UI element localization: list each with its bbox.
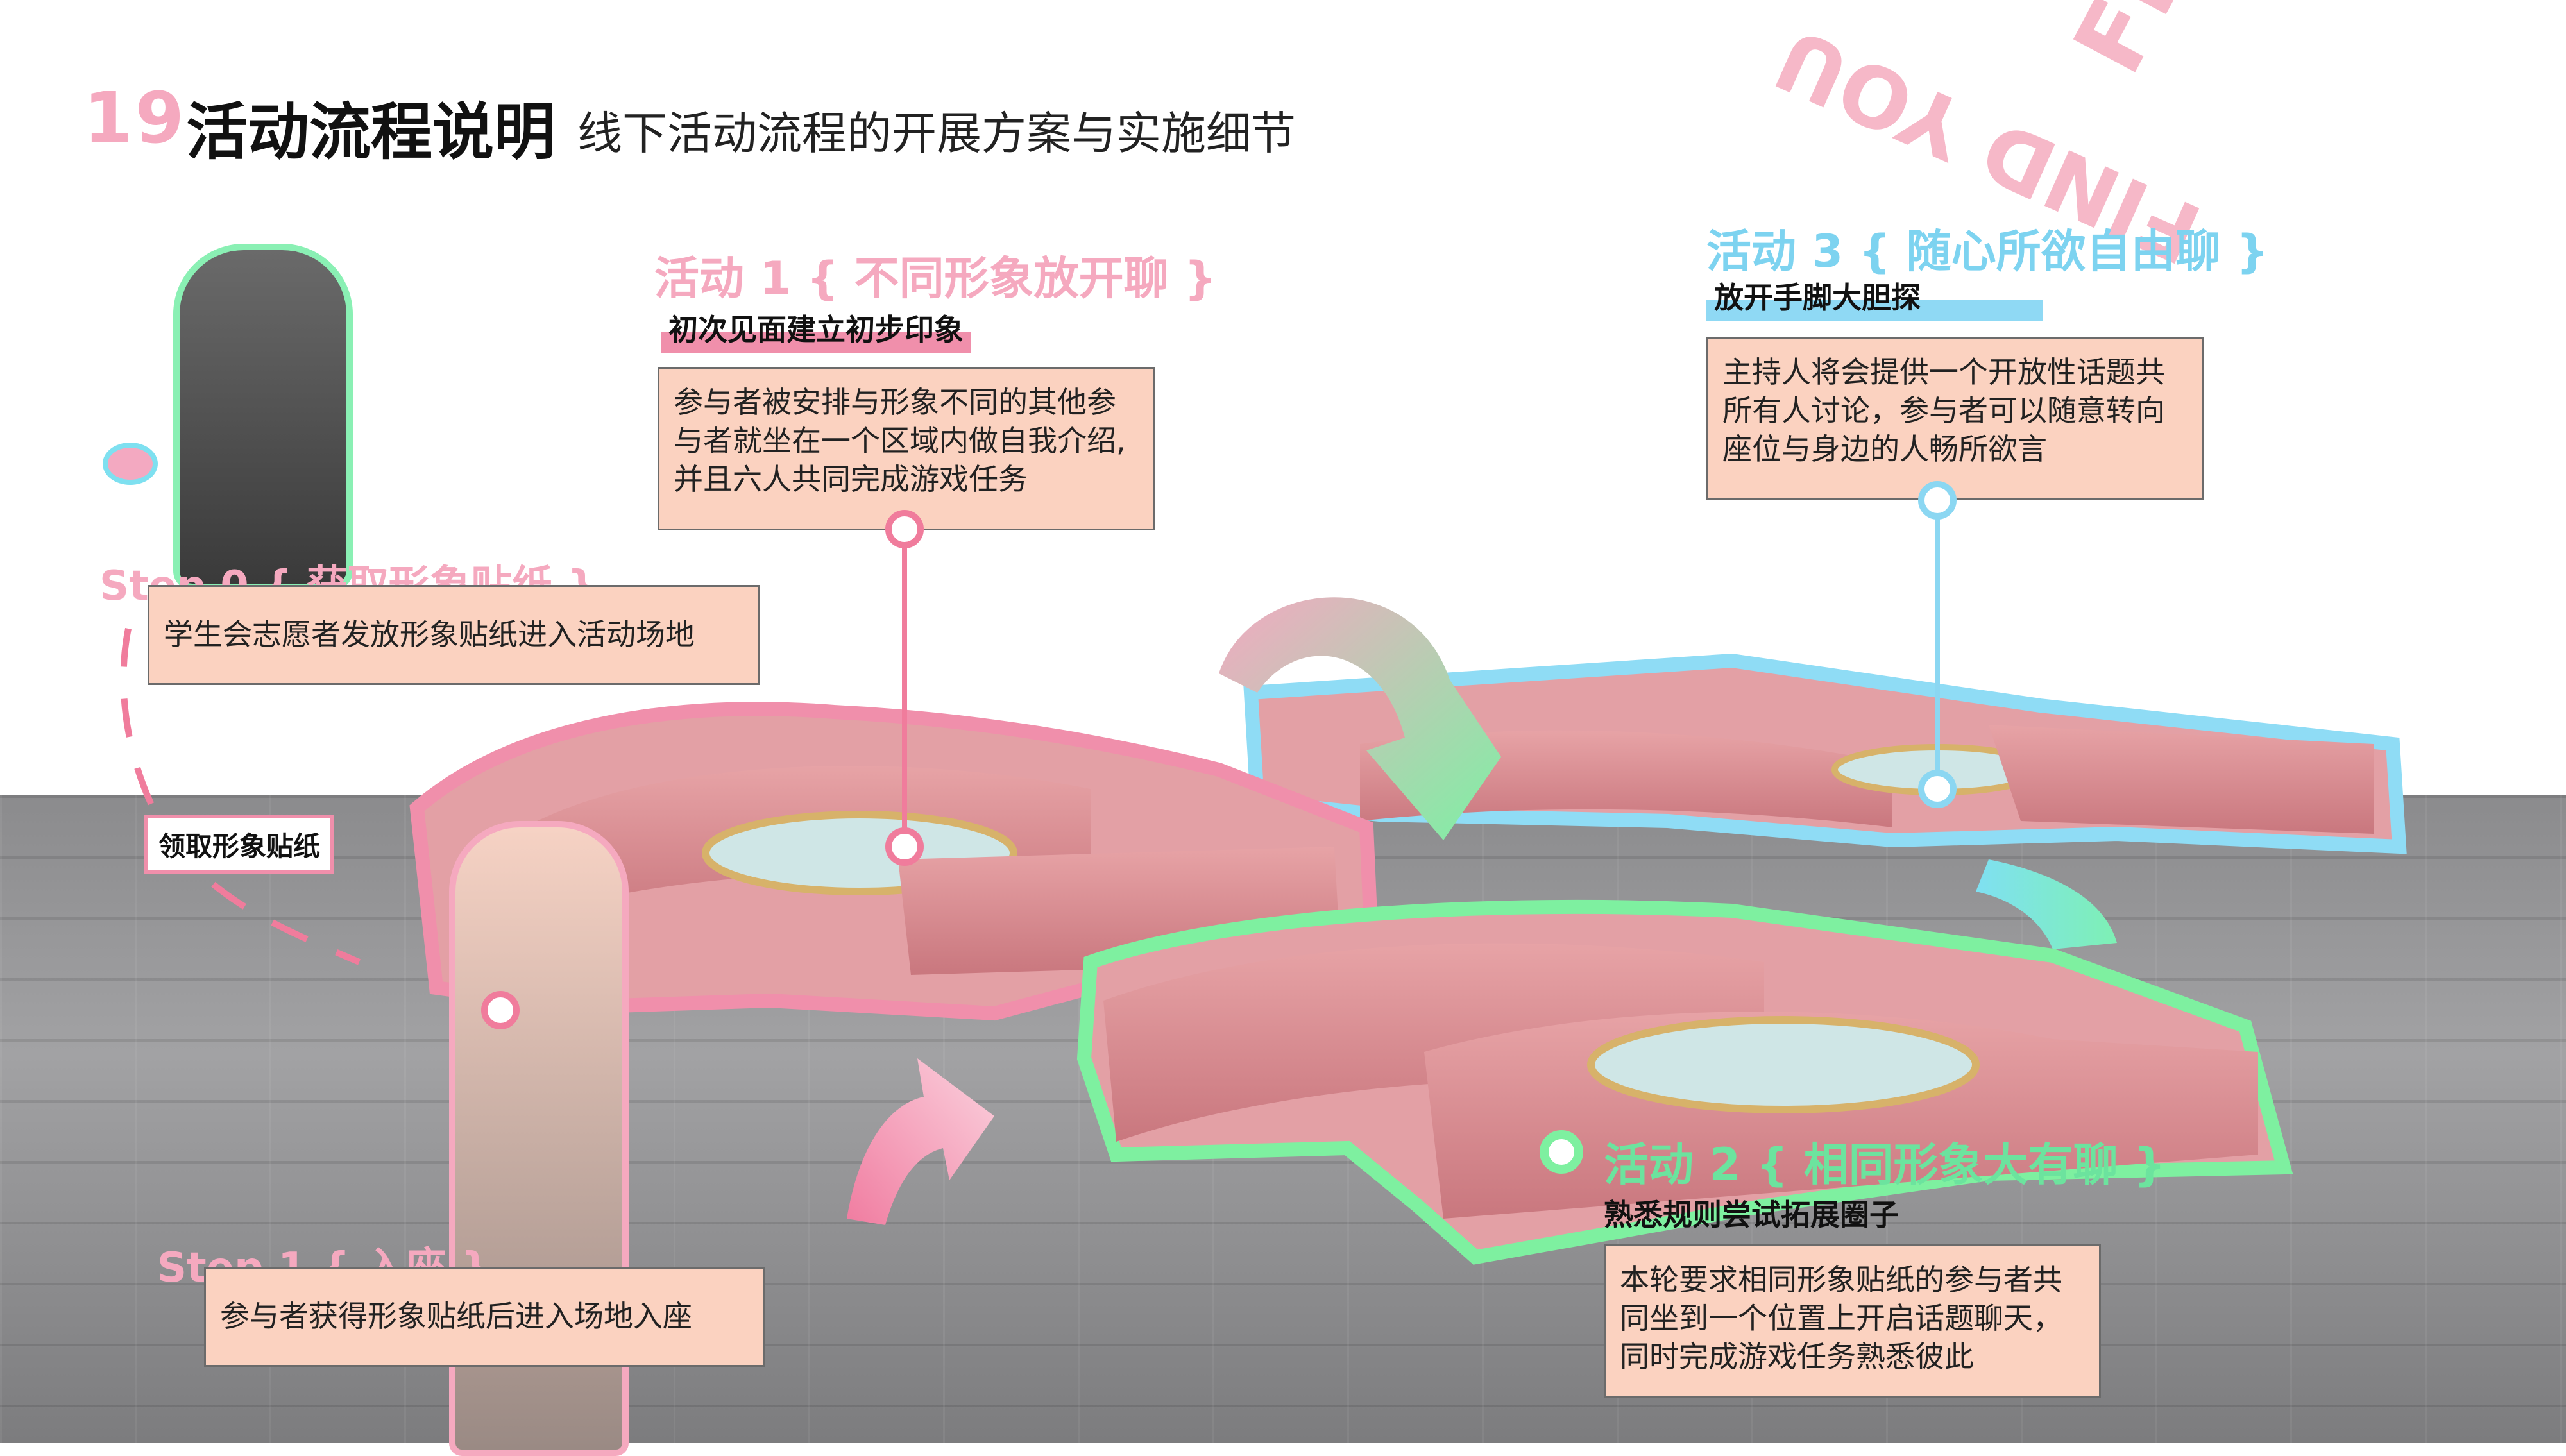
activity1-pin-top bbox=[885, 510, 924, 548]
activity2-title: 活动 2 { 相同形象大有聊 } bbox=[1604, 1139, 2166, 1191]
activity1-subtitle: 初次见面建立初步印象 bbox=[661, 307, 971, 353]
step0-description: 学生会志愿者发放形象贴纸进入活动场地 bbox=[148, 585, 760, 685]
activity3-pin-bottom bbox=[1918, 770, 1957, 808]
activity2-pin bbox=[1540, 1130, 1583, 1174]
arrow-2-to-3 bbox=[1976, 859, 2117, 949]
page-title: 活动流程说明 bbox=[186, 96, 556, 168]
page-number: 19 bbox=[83, 77, 187, 159]
activity2-description: 本轮要求相同形象贴纸的参与者共同坐到一个位置上开启话题聊天，同时完成游戏任务熟悉… bbox=[1604, 1244, 2101, 1398]
activity3-pin-line bbox=[1935, 500, 1940, 783]
page-subtitle: 线下活动流程的开展方案与实施细节 bbox=[577, 107, 1296, 160]
arrow-step1-to-1 bbox=[847, 1058, 994, 1225]
activity1-pin-line bbox=[902, 532, 907, 834]
activity1-description: 参与者被安排与形象不同的其他参与者就坐在一个区域内做自我介绍,并且六人共同完成游… bbox=[658, 367, 1155, 530]
activity1-title: 活动 1 { 不同形象放开聊 } bbox=[654, 252, 1216, 305]
activity3-description: 主持人将会提供一个开放性话题共所有人讨论，参与者可以随意转向座位与身边的人畅所欲… bbox=[1706, 337, 2204, 500]
sticker-icon bbox=[103, 443, 158, 485]
step1-description: 参与者获得形象贴纸后进入场地入座 bbox=[204, 1267, 765, 1367]
activity2-subtitle: 熟悉规则尝试拓展圈子 bbox=[1604, 1198, 1899, 1232]
person-photo-1 bbox=[173, 244, 353, 590]
slide-canvas: FIND FIND YOU 19 活动流程说明 线下活动流程的开展方案与实施细节… bbox=[0, 0, 2566, 1456]
activity3-pin-top bbox=[1918, 481, 1957, 520]
activity1-pin-bottom bbox=[885, 827, 924, 866]
activity3-title: 活动 3 { 随心所欲自由聊 } bbox=[1706, 225, 2268, 278]
activity3-subtitle: 放开手脚大胆探 bbox=[1706, 275, 2043, 321]
step0-tag: 领取形象贴纸 bbox=[144, 815, 335, 874]
step1-pin bbox=[481, 991, 520, 1029]
